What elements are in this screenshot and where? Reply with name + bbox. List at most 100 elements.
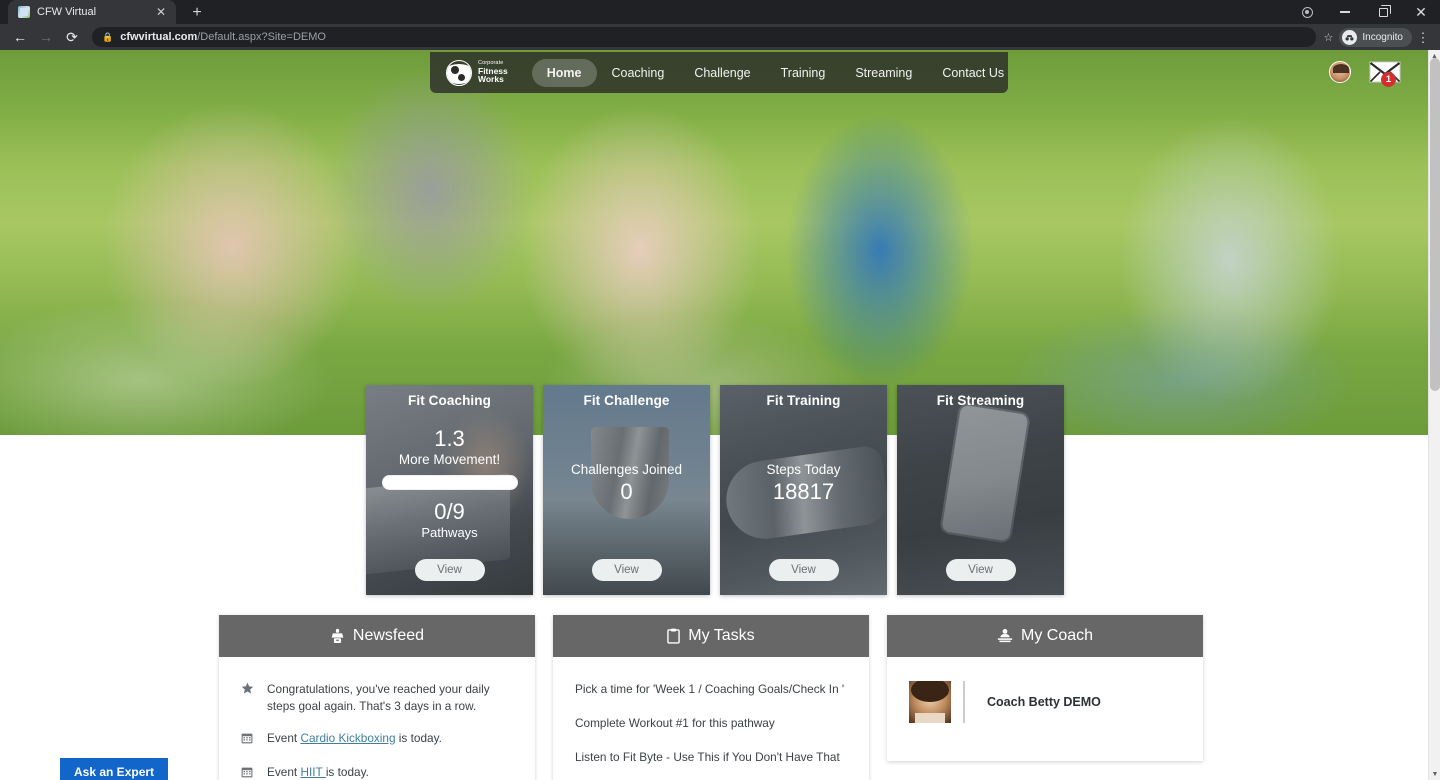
address-bar[interactable]: 🔒 cfwvirtual.com/Default.aspx?Site=DEMO: [92, 27, 1316, 47]
event-prefix: Event: [267, 764, 301, 779]
event-link[interactable]: Cardio Kickboxing: [300, 731, 395, 745]
bookmark-star-icon[interactable]: ☆: [1324, 31, 1334, 44]
panel-title: Newsfeed: [352, 627, 425, 644]
site-logo[interactable]: Corporate Fitness Works: [446, 59, 508, 86]
list-item-text: Event HIIT is today.: [267, 764, 369, 780]
card-fit-challenge[interactable]: Fit Challenge Challenges Joined 0 View: [543, 385, 710, 595]
card-secondary-caption: Pathways: [421, 524, 478, 540]
coach-icon: [997, 628, 1013, 644]
close-window-button[interactable]: ✕: [1402, 0, 1440, 24]
card-value: 18817: [772, 478, 835, 504]
list-item[interactable]: Complete Workout #1 for this pathway: [575, 715, 847, 732]
event-prefix: Event: [267, 730, 301, 745]
header-user-icons: 1: [1311, 58, 1416, 92]
panel-newsfeed: Newsfeed Congratulations, you've reached…: [219, 615, 535, 780]
maximize-button[interactable]: [1364, 0, 1402, 24]
list-item: Congratulations, you've reached your dai…: [241, 681, 513, 715]
list-item[interactable]: Listen to Fit Byte - Use This if You Don…: [575, 749, 847, 766]
scroll-down-arrow[interactable]: ▼: [1429, 768, 1440, 780]
nav-item-streaming[interactable]: Streaming: [840, 59, 927, 87]
card-value: 1.3: [434, 425, 465, 451]
star-icon: [241, 681, 255, 700]
page-scrollbar[interactable]: ▲ ▼: [1428, 50, 1440, 780]
tab-strip: CFW Virtual ✕ + ✕: [0, 0, 1440, 24]
card-fit-streaming[interactable]: Fit Streaming View: [897, 385, 1064, 595]
coach-name: Coach Betty DEMO: [987, 695, 1101, 709]
view-button[interactable]: View: [945, 559, 1016, 581]
nav-item-home[interactable]: Home: [531, 58, 597, 87]
clipboard-icon: [667, 628, 681, 644]
panel-header: My Coach: [887, 615, 1203, 657]
nav-links: Home Coaching Challenge Training Streami…: [531, 58, 1019, 87]
event-link[interactable]: HIIT: [300, 765, 325, 779]
avatar[interactable]: [1329, 61, 1351, 83]
scrollbar-thumb[interactable]: [1430, 58, 1440, 391]
coach-row[interactable]: Coach Betty DEMO: [909, 677, 1181, 733]
site-navigation: Corporate Fitness Works Home Coaching Ch…: [430, 52, 1008, 93]
profile-incognito-button[interactable]: Incognito: [1339, 27, 1412, 47]
ask-an-expert-button[interactable]: Ask an Expert: [60, 758, 169, 780]
nav-item-challenge[interactable]: Challenge: [679, 59, 765, 87]
list-item[interactable]: Pick a time for 'Week 1 / Coaching Goals…: [575, 681, 847, 698]
nav-item-training[interactable]: Training: [766, 59, 841, 87]
card-title: Fit Streaming: [936, 393, 1025, 408]
view-button[interactable]: View: [414, 559, 485, 581]
divider: [963, 681, 965, 723]
card-caption: More Movement!: [398, 451, 501, 467]
feature-cards: Fit Coaching 1.3 More Movement! 0/9 Path…: [366, 385, 1064, 595]
forward-icon[interactable]: →: [34, 25, 58, 49]
dashboard-panels: Newsfeed Congratulations, you've reached…: [219, 615, 1203, 780]
card-caption: Steps Today: [766, 462, 841, 478]
tab-title: CFW Virtual: [37, 6, 97, 18]
event-suffix: is today.: [395, 730, 442, 745]
url-path: /Default.aspx?Site=DEMO: [197, 31, 326, 43]
message-count-badge: 1: [1381, 72, 1396, 87]
panel-body: Congratulations, you've reached your dai…: [219, 657, 535, 780]
incognito-icon: [1342, 29, 1358, 45]
browser-tab[interactable]: CFW Virtual ✕: [8, 0, 176, 24]
nav-item-coaching[interactable]: Coaching: [597, 59, 680, 87]
url-text: cfwvirtual.com/Default.aspx?Site=DEMO: [120, 31, 326, 43]
page-viewport: Corporate Fitness Works Home Coaching Ch…: [0, 50, 1440, 780]
close-icon[interactable]: ✕: [154, 6, 168, 18]
card-fit-training[interactable]: Fit Training Steps Today 18817 View: [720, 385, 887, 595]
megaphone-icon: [330, 628, 345, 644]
list-item: Event HIIT is today.: [241, 764, 513, 780]
browser-window: CFW Virtual ✕ + ✕ ← → ⟳ 🔒 cfwvirtual.com…: [0, 0, 1440, 780]
logo-wordmark: Corporate Fitness Works: [478, 60, 508, 85]
list-item-text: Congratulations, you've reached your dai…: [267, 682, 490, 713]
cfw-logo-icon: [446, 59, 472, 86]
new-tab-button[interactable]: +: [188, 5, 206, 21]
panel-body: Pick a time for 'Week 1 / Coaching Goals…: [553, 657, 869, 780]
hero-image-overlay: [0, 50, 1428, 435]
panel-my-tasks: My Tasks Pick a time for 'Week 1 / Coach…: [553, 615, 869, 780]
calendar-icon: [241, 730, 255, 749]
window-controls: ✕: [1288, 0, 1440, 24]
panel-header: Newsfeed: [219, 615, 535, 657]
card-fit-coaching[interactable]: Fit Coaching 1.3 More Movement! 0/9 Path…: [366, 385, 533, 595]
lock-icon: 🔒: [102, 31, 114, 42]
view-button[interactable]: View: [768, 559, 839, 581]
event-suffix: is today.: [325, 764, 369, 779]
nav-item-contact-us[interactable]: Contact Us: [927, 59, 1019, 87]
view-button[interactable]: View: [591, 559, 662, 581]
hero-banner: [0, 50, 1428, 435]
update-icon[interactable]: [1288, 0, 1326, 24]
list-item: Event Cardio Kickboxing is today.: [241, 730, 513, 749]
panel-body: Coach Betty DEMO: [887, 657, 1203, 761]
panel-title: My Coach: [1020, 627, 1094, 644]
panel-title: My Tasks: [688, 627, 755, 644]
logo-line-3: Works: [478, 74, 504, 85]
reload-icon[interactable]: ⟳: [60, 25, 84, 49]
card-title: Fit Challenge: [583, 393, 670, 408]
card-value: 0: [620, 478, 633, 504]
panel-header: My Tasks: [553, 615, 869, 657]
back-icon[interactable]: ←: [8, 25, 32, 49]
coach-avatar: [909, 681, 951, 723]
browser-menu-icon[interactable]: ⋮: [1414, 31, 1432, 44]
card-title: Fit Coaching: [408, 393, 491, 408]
minimize-button[interactable]: [1326, 0, 1364, 24]
browser-toolbar: ← → ⟳ 🔒 cfwvirtual.com/Default.aspx?Site…: [0, 24, 1440, 50]
calendar-icon: [241, 764, 255, 780]
page-content: Corporate Fitness Works Home Coaching Ch…: [0, 50, 1428, 780]
